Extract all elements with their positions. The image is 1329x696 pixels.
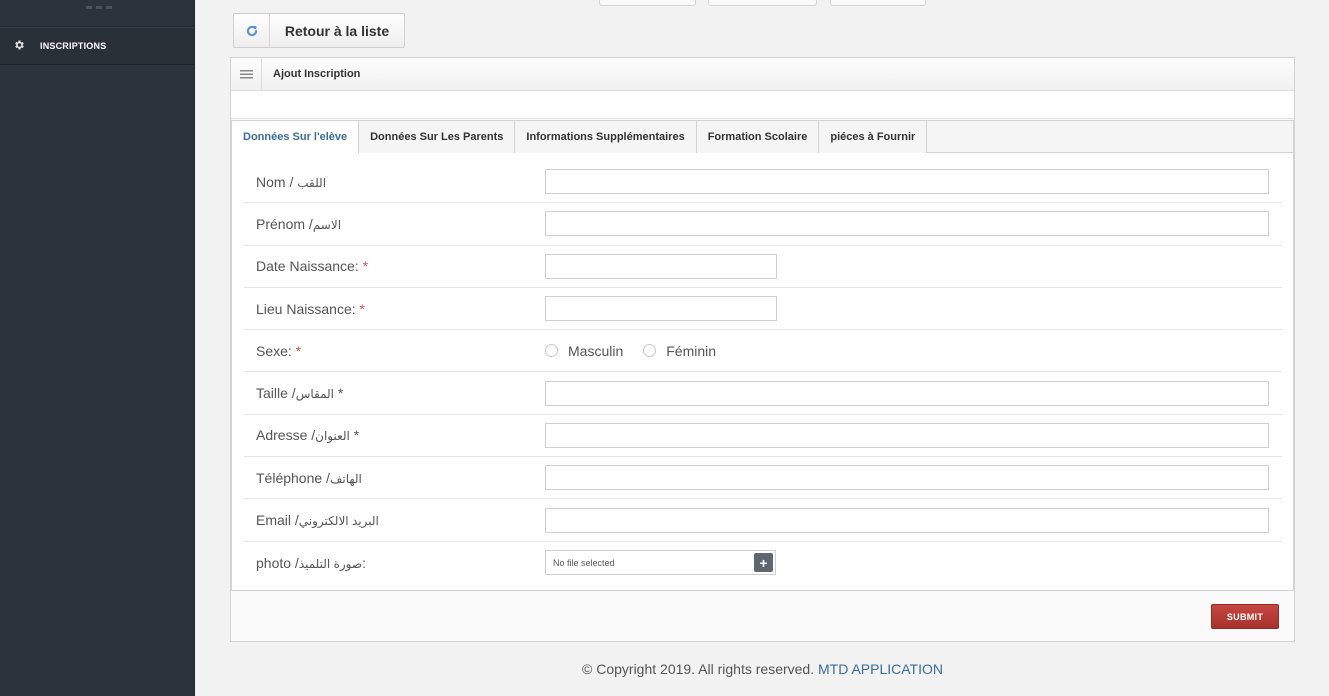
email-label: Email /البريد الالكتروني bbox=[256, 512, 379, 529]
top-button-1[interactable] bbox=[599, 0, 696, 6]
photo-label: photo /صورة التلميذ: bbox=[256, 554, 366, 571]
radio-masculin-label: Masculin bbox=[568, 342, 624, 359]
adresse-label: Adresse /العنوان * bbox=[256, 427, 360, 444]
radio-feminin[interactable]: Féminin bbox=[643, 343, 716, 359]
prenom-label: Prénom /الاسم bbox=[256, 215, 342, 232]
lieu-naissance-input[interactable] bbox=[545, 296, 777, 322]
form-row-adresse: Adresse /العنوان * bbox=[244, 415, 1282, 458]
tab-donnees-parents[interactable]: Données Sur Les Parents bbox=[359, 121, 516, 153]
sidebar-item-label: INSCRIPTIONS bbox=[40, 41, 107, 51]
form-row-lieu-naissance: Lieu Naissance: * bbox=[244, 288, 1282, 331]
menu-icon[interactable] bbox=[231, 57, 262, 91]
radio-masculin-circle[interactable] bbox=[545, 344, 558, 358]
email-input[interactable] bbox=[545, 507, 1269, 533]
form-row-email: Email /البريد الالكتروني bbox=[244, 499, 1282, 542]
tab-donnees-eleve[interactable]: Données Sur l'elève bbox=[232, 121, 360, 154]
form-row-taille: Taille /المقاس * bbox=[244, 372, 1282, 415]
form-row-telephone: Téléphone /الهاتف bbox=[244, 457, 1282, 500]
inscription-panel: Ajout Inscription Données Sur l'elève Do… bbox=[230, 57, 1295, 642]
form-row-nom: Nom / اللقب bbox=[244, 161, 1282, 204]
sidebar: INSCRIPTIONS bbox=[0, 0, 195, 696]
footer-brand-link[interactable]: MTD APPLICATION bbox=[818, 661, 943, 677]
date-naissance-label: Date Naissance: * bbox=[256, 258, 369, 275]
gear-icon bbox=[13, 39, 27, 53]
file-name-text: No file selected bbox=[553, 557, 615, 568]
tab-informations-supplementaires[interactable]: Informations Supplémentaires bbox=[515, 121, 697, 153]
telephone-input[interactable] bbox=[545, 465, 1269, 491]
prenom-input[interactable] bbox=[545, 211, 1269, 237]
tab-formation-scolaire[interactable]: Formation Scolaire bbox=[696, 121, 820, 153]
top-button-2[interactable] bbox=[708, 0, 817, 6]
form-row-sexe: Sexe: * Masculin Féminin bbox=[244, 330, 1282, 373]
radio-feminin-circle[interactable] bbox=[643, 344, 657, 358]
refresh-icon bbox=[234, 14, 270, 47]
tab-pieces-a-fournir[interactable]: piéces à Fournir bbox=[819, 121, 928, 153]
nom-input[interactable] bbox=[545, 169, 1269, 195]
back-button-label: Retour à la liste bbox=[284, 22, 390, 39]
add-file-icon[interactable]: + bbox=[754, 553, 773, 573]
taille-input[interactable] bbox=[545, 380, 1269, 406]
top-button-3[interactable] bbox=[830, 0, 926, 6]
back-to-list-button[interactable]: Retour à la liste bbox=[233, 13, 405, 48]
taille-label: Taille /المقاس * bbox=[256, 385, 344, 402]
form-row-photo: photo /صورة التلميذ: No file selected + bbox=[244, 542, 1282, 584]
radio-feminin-label: Féminin bbox=[666, 342, 717, 359]
panel-header: Ajout Inscription bbox=[231, 57, 1294, 91]
tab-container: Données Sur l'elève Données Sur Les Pare… bbox=[231, 120, 1294, 591]
tab-bar: Données Sur l'elève Données Sur Les Pare… bbox=[232, 121, 1293, 154]
nom-label: Nom / اللقب bbox=[256, 173, 327, 190]
radio-masculin[interactable]: Masculin bbox=[545, 343, 623, 359]
grip-dots bbox=[86, 6, 112, 9]
sexe-radio-group: Masculin Féminin bbox=[545, 343, 736, 359]
date-naissance-input[interactable] bbox=[545, 253, 777, 279]
sidebar-grip bbox=[0, 0, 194, 27]
footer-copyright: © Copyright 2019. All rights reserved. bbox=[582, 661, 818, 677]
sidebar-item-inscriptions[interactable]: INSCRIPTIONS bbox=[0, 27, 194, 65]
panel-title: Ajout Inscription bbox=[273, 68, 361, 80]
adresse-input[interactable] bbox=[545, 422, 1269, 448]
telephone-label: Téléphone /الهاتف bbox=[256, 469, 362, 486]
form-row-prenom: Prénom /الاسم bbox=[244, 203, 1282, 246]
student-form: Nom / اللقب Prénom /الاسم Date Naissance… bbox=[232, 153, 1293, 584]
photo-file-input[interactable]: No file selected + bbox=[545, 550, 776, 576]
lieu-naissance-label: Lieu Naissance: * bbox=[256, 300, 365, 317]
panel-spacer bbox=[231, 91, 1294, 119]
sexe-label: Sexe: * bbox=[256, 342, 302, 359]
submit-button[interactable]: SUBMIT bbox=[1211, 604, 1279, 629]
form-row-date-naissance: Date Naissance: * bbox=[244, 246, 1282, 288]
footer: © Copyright 2019. All rights reserved. M… bbox=[230, 661, 1295, 677]
